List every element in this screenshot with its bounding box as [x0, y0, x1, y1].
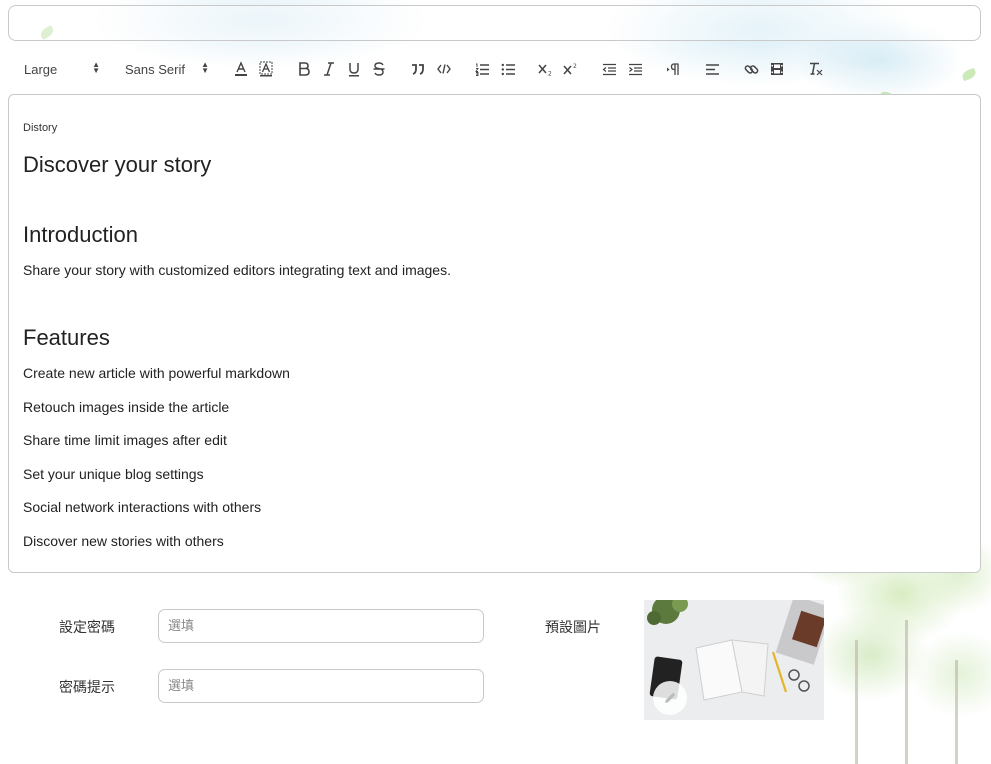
ordered-list-icon [474, 63, 489, 76]
bullet-list-icon [501, 63, 515, 75]
select-arrows-icon: ▲ ▼ [201, 60, 209, 75]
superscript-button[interactable]: 2 [561, 56, 581, 82]
font-size-select[interactable]: Large ▲ ▼ [24, 56, 100, 82]
text-direction-icon [666, 62, 679, 75]
strike-icon [373, 62, 385, 76]
pencil-icon [665, 692, 676, 703]
select-arrows-icon: ▲ ▼ [92, 60, 100, 75]
video-button[interactable] [768, 56, 786, 82]
password-hint-input[interactable] [158, 669, 484, 703]
indent-icon [628, 63, 642, 75]
tree-trunk-decoration [905, 620, 908, 764]
password-hint-label: 密碼提示 [59, 680, 115, 696]
tree-trunk-decoration [955, 660, 958, 764]
code-icon [437, 64, 451, 74]
blockquote-button[interactable] [409, 56, 427, 82]
background-color-icon [259, 61, 273, 77]
text-direction-button[interactable] [664, 56, 682, 82]
password-input[interactable] [158, 609, 484, 643]
intro-paragraph: Share your story with customized editors… [23, 262, 451, 278]
bullet-list-button[interactable] [499, 56, 517, 82]
outdent-icon [602, 63, 616, 75]
subscript-button[interactable]: 2 [536, 56, 556, 82]
editor-small-label: Distory [23, 122, 58, 134]
editor-toolbar: Large ▲ ▼ Sans Serif ▲ ▼ 2 2 [8, 56, 979, 82]
link-button[interactable] [742, 56, 760, 82]
intro-heading: Introduction [23, 222, 138, 247]
subscript-icon: 2 [538, 64, 552, 77]
code-block-button[interactable] [434, 56, 454, 82]
link-icon [744, 64, 758, 74]
feature-item: Social network interactions with others [23, 499, 262, 515]
edit-image-button[interactable] [653, 681, 687, 715]
ordered-list-button[interactable] [473, 56, 491, 82]
align-left-icon [705, 63, 719, 75]
feature-item: Discover new stories with others [23, 533, 224, 549]
strike-button[interactable] [370, 56, 388, 82]
feature-item: Share time limit images after edit [23, 432, 227, 448]
tree-trunk-decoration [855, 640, 858, 764]
font-color-button[interactable] [232, 56, 250, 82]
indent-button[interactable] [626, 56, 644, 82]
video-film-icon [771, 63, 783, 75]
outdent-button[interactable] [600, 56, 618, 82]
font-family-value: Sans Serif [125, 61, 185, 77]
blockquote-icon [412, 64, 424, 75]
italic-icon [324, 62, 334, 76]
password-label: 設定密碼 [59, 620, 115, 636]
svg-text:2: 2 [573, 63, 577, 70]
article-title-input[interactable] [8, 5, 981, 41]
font-color-icon [235, 61, 247, 76]
features-heading: Features [23, 325, 110, 350]
feature-item: Retouch images inside the article [23, 399, 230, 415]
font-family-select[interactable]: Sans Serif ▲ ▼ [125, 56, 209, 82]
clear-format-icon [810, 62, 823, 76]
bold-button[interactable] [295, 56, 313, 82]
feature-item: Set your unique blog settings [23, 466, 204, 482]
italic-button[interactable] [320, 56, 338, 82]
clear-formatting-button[interactable] [807, 56, 825, 82]
underline-icon [349, 62, 359, 76]
editor-title-heading: Discover your story [23, 152, 212, 177]
default-image-label: 預設圖片 [545, 620, 601, 636]
superscript-icon: 2 [563, 63, 577, 75]
rich-text-editor[interactable]: Distory Discover your story Introduction… [8, 94, 981, 573]
svg-text:2: 2 [548, 71, 552, 77]
align-button[interactable] [703, 56, 721, 82]
bold-icon [299, 62, 310, 76]
font-size-value: Large [24, 61, 58, 77]
background-color-button[interactable] [257, 56, 275, 82]
underline-button[interactable] [345, 56, 363, 82]
feature-item: Create new article with powerful markdow… [23, 365, 290, 381]
